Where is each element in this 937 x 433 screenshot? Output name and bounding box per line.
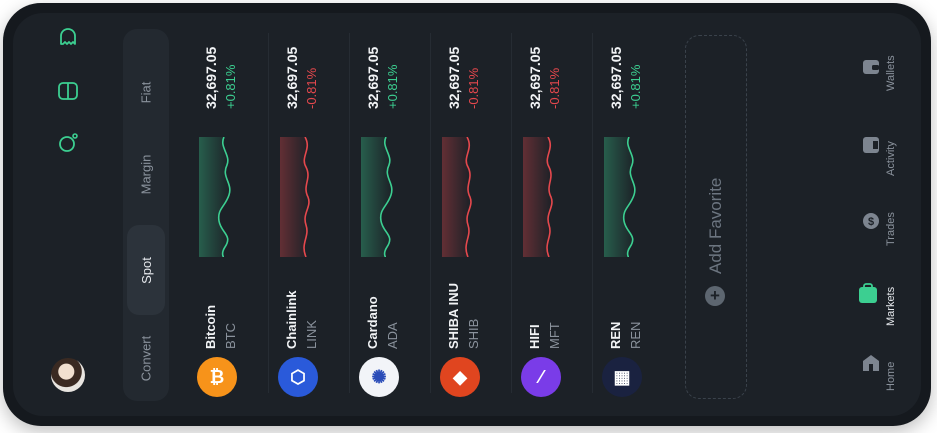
coin-item[interactable]: 32,697.05 -0.81% Chainlink LINK ⬡: [270, 29, 350, 401]
nav-label-activity: Activity: [885, 141, 897, 176]
nav-label-trades: Trades: [885, 212, 897, 246]
coin-symbol: MFT: [547, 322, 562, 349]
add-favorite-label: Add Favorite: [706, 177, 725, 274]
nav-label-wallets: Wallets: [885, 55, 897, 91]
mode-convert[interactable]: Convert: [123, 336, 169, 382]
mode-spot[interactable]: Spot: [123, 257, 169, 284]
coin-change: -0.81%: [547, 67, 562, 109]
coin-price: 32,697.05: [608, 46, 624, 109]
coin-name: SHIBA INU: [446, 283, 461, 349]
coin-item[interactable]: 32,697.05 +0.81% REN REN ▦: [594, 29, 674, 401]
plus-icon: +: [705, 286, 725, 306]
coin-change: -0.81%: [304, 67, 319, 109]
coin-price: 32,697.05: [365, 46, 381, 109]
sparkline-chart: [280, 137, 310, 257]
column-divider: [592, 33, 593, 393]
coin-item[interactable]: 32,697.05 +0.81% Cardano ADA ✺: [351, 29, 431, 401]
add-favorite-button[interactable]: + Add Favorite: [685, 35, 747, 399]
nav-markets[interactable]: Markets: [853, 281, 903, 361]
coin-price: 32,697.05: [284, 46, 300, 109]
coin-name: Cardano: [365, 296, 380, 349]
mft-logo-icon: ⁄: [521, 357, 561, 397]
activity-icon: [863, 137, 879, 153]
coin-item[interactable]: 32,697.05 +0.81% Bitcoin BTC ₿: [189, 29, 269, 401]
ren-logo-icon: ▦: [602, 357, 642, 397]
btc-logo-icon: ₿: [197, 357, 237, 397]
app-screen: Fiat Margin Spot Convert 32,697.05 +0.81…: [13, 13, 921, 416]
nav-home[interactable]: Home: [853, 351, 903, 416]
coin-symbol: REN: [628, 321, 643, 349]
avatar[interactable]: [51, 358, 85, 392]
trades-icon: $: [863, 213, 879, 229]
trade-mode-switch: Fiat Margin Spot Convert: [123, 29, 169, 401]
wallet-icon: [863, 60, 879, 74]
nav-wallets[interactable]: Wallets: [853, 51, 903, 131]
coin-symbol: ADA: [385, 322, 400, 349]
coin-item[interactable]: 32,697.05 -0.81% SHIBA INU SHIB ◆: [432, 29, 512, 401]
coin-change: -0.81%: [466, 67, 481, 109]
notification-icon[interactable]: [57, 27, 79, 49]
coin-change: +0.81%: [385, 64, 400, 109]
mode-margin[interactable]: Margin: [123, 155, 169, 195]
mode-fiat[interactable]: Fiat: [123, 82, 169, 104]
scan-icon[interactable]: [57, 80, 79, 102]
coin-price: 32,697.05: [527, 46, 543, 109]
coin-change: +0.81%: [628, 64, 643, 109]
column-divider: [349, 33, 350, 393]
sparkline-chart: [604, 137, 636, 257]
column-divider: [430, 33, 431, 393]
phone-device: Fiat Margin Spot Convert 32,697.05 +0.81…: [3, 3, 931, 426]
coin-symbol: BTC: [223, 323, 238, 349]
svg-text:$: $: [868, 216, 874, 228]
coin-name: REN: [608, 321, 623, 349]
column-divider: [511, 33, 512, 393]
sparkline-chart: [361, 137, 393, 257]
sparkline-chart: [199, 137, 231, 257]
coin-price: 32,697.05: [203, 46, 219, 109]
coin-symbol: SHIB: [466, 318, 481, 349]
search-icon[interactable]: [57, 132, 79, 154]
coin-name: Bitcoin: [203, 304, 218, 349]
coin-name: Chainlink: [284, 290, 299, 349]
shib-logo-icon: ◆: [440, 357, 480, 397]
home-icon: [863, 355, 879, 371]
coin-price: 32,697.05: [446, 46, 462, 109]
markets-icon: [859, 283, 877, 303]
coin-item[interactable]: 32,697.05 -0.81% HIFI MFT ⁄: [513, 29, 593, 401]
ada-logo-icon: ✺: [359, 357, 399, 397]
coin-symbol: LINK: [304, 320, 319, 349]
sparkline-chart: [442, 137, 472, 257]
nav-label-markets: Markets: [885, 286, 897, 326]
sparkline-chart: [523, 137, 553, 257]
nav-activity[interactable]: Activity: [853, 131, 903, 211]
coin-change: +0.81%: [223, 64, 238, 109]
nav-trades[interactable]: $ Trades: [853, 207, 903, 287]
nav-label-home: Home: [885, 361, 897, 391]
link-logo-icon: ⬡: [278, 357, 318, 397]
coin-name: HIFI: [527, 324, 542, 349]
column-divider: [268, 33, 269, 393]
